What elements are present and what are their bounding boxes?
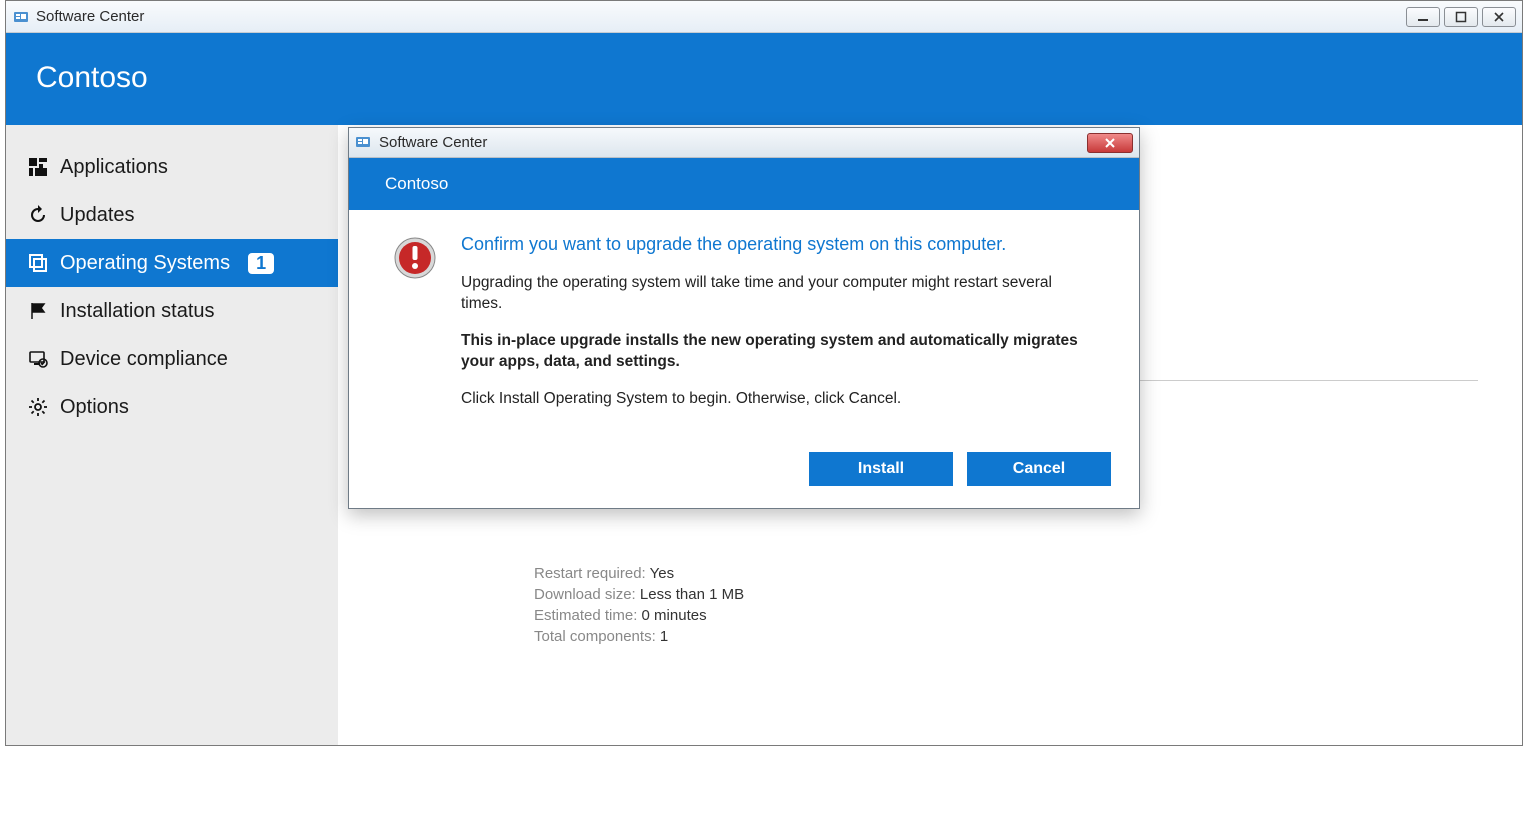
- confirm-dialog: Software Center Contoso: [348, 127, 1140, 509]
- dialog-titlebar: Software Center: [349, 128, 1139, 158]
- compliance-icon: [26, 347, 50, 371]
- titlebar: Software Center: [6, 1, 1522, 33]
- brand-bar: Contoso: [6, 33, 1522, 125]
- content-area: Restart required: Yes Download size: Les…: [338, 125, 1522, 745]
- cancel-button[interactable]: Cancel: [967, 452, 1111, 486]
- dialog-paragraph: Click Install Operating System to begin.…: [461, 389, 1095, 410]
- sidebar-item-updates[interactable]: Updates: [6, 191, 338, 239]
- sidebar-item-label: Operating Systems: [60, 252, 230, 275]
- gear-icon: [26, 395, 50, 419]
- warning-icon: [393, 236, 437, 280]
- dialog-paragraph-bold: This in-place upgrade installs the new o…: [461, 331, 1095, 373]
- time-value: 0 minutes: [642, 607, 707, 624]
- os-icon: [26, 251, 50, 275]
- close-button[interactable]: [1482, 7, 1516, 27]
- sidebar-item-label: Updates: [60, 204, 135, 227]
- brand-name: Contoso: [36, 61, 1492, 95]
- updates-icon: [26, 203, 50, 227]
- sidebar-item-label: Device compliance: [60, 348, 228, 371]
- size-label: Download size:: [534, 586, 636, 603]
- sidebar-item-device-compliance[interactable]: Device compliance: [6, 335, 338, 383]
- sidebar-item-operating-systems[interactable]: Operating Systems 1: [6, 239, 338, 287]
- detail-pane: Restart required: Yes Download size: Les…: [534, 565, 744, 649]
- sidebar-item-options[interactable]: Options: [6, 383, 338, 431]
- time-label: Estimated time:: [534, 607, 637, 624]
- dialog-title: Software Center: [379, 134, 487, 151]
- components-label: Total components:: [534, 628, 656, 645]
- divider: [1138, 380, 1478, 381]
- flag-icon: [26, 299, 50, 323]
- sidebar-item-label: Options: [60, 396, 129, 419]
- size-value: Less than 1 MB: [640, 586, 744, 603]
- sidebar: Applications Updates Operating Systems 1: [6, 125, 338, 745]
- app-icon: [12, 8, 30, 26]
- sidebar-item-label: Applications: [60, 156, 168, 179]
- restart-label: Restart required:: [534, 565, 646, 582]
- sidebar-item-applications[interactable]: Applications: [6, 143, 338, 191]
- maximize-button[interactable]: [1444, 7, 1478, 27]
- app-icon: [355, 134, 373, 152]
- restart-value: Yes: [650, 565, 674, 582]
- sidebar-item-label: Installation status: [60, 300, 215, 323]
- minimize-button[interactable]: [1406, 7, 1440, 27]
- apps-icon: [26, 155, 50, 179]
- install-button[interactable]: Install: [809, 452, 953, 486]
- dialog-brand: Contoso: [349, 158, 1139, 210]
- dialog-paragraph: Upgrading the operating system will take…: [461, 273, 1095, 315]
- dialog-heading: Confirm you want to upgrade the operatin…: [461, 234, 1095, 255]
- components-value: 1: [660, 628, 668, 645]
- window-title: Software Center: [36, 8, 144, 25]
- sidebar-item-installation-status[interactable]: Installation status: [6, 287, 338, 335]
- sidebar-badge: 1: [248, 253, 274, 274]
- dialog-close-button[interactable]: [1087, 133, 1133, 153]
- app-window: Software Center Contoso Applications: [5, 0, 1523, 746]
